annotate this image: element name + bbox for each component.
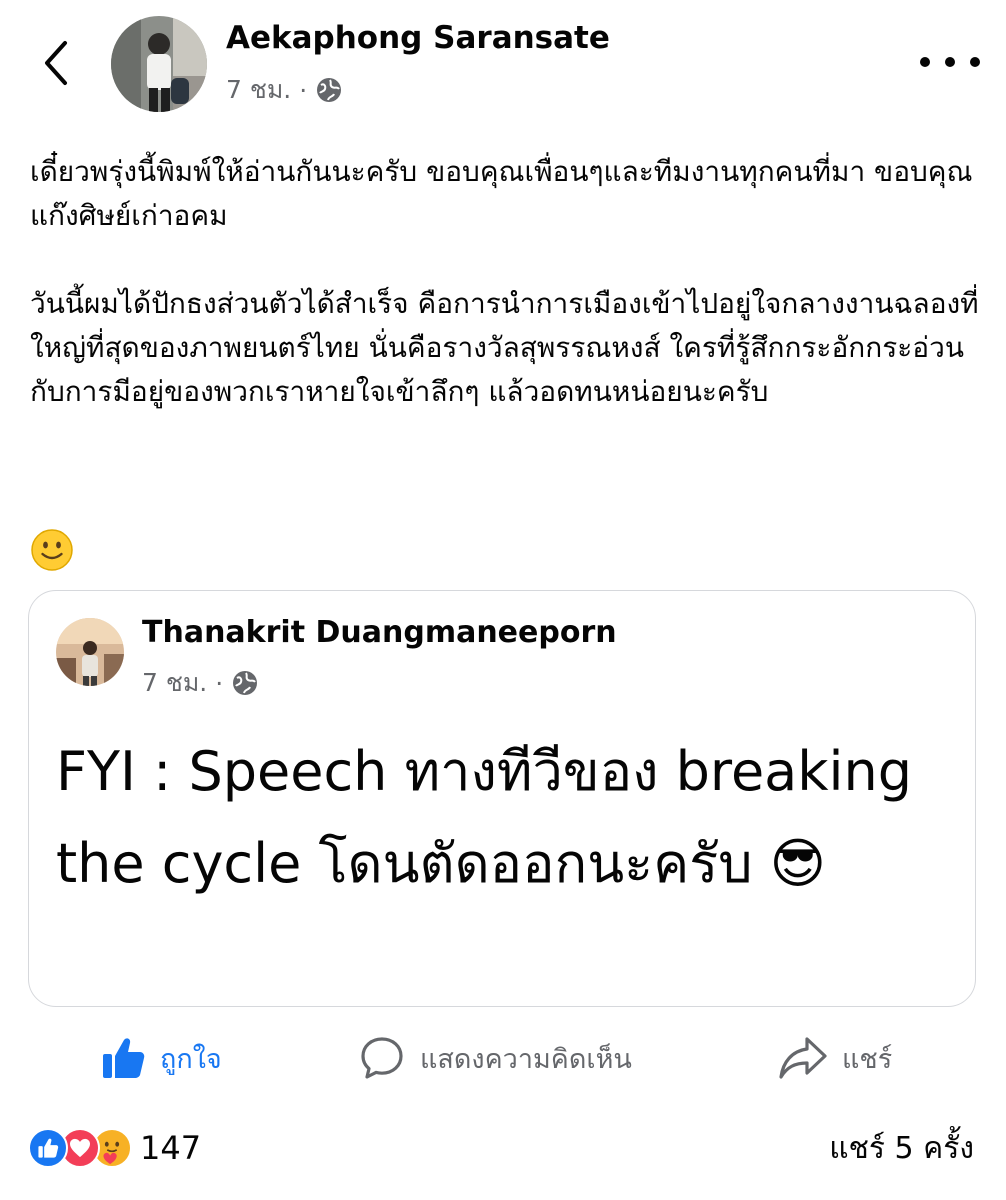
like-label: ถูกใจ [160,1043,222,1075]
share-button[interactable]: แชร์ [778,1028,892,1088]
comment-button[interactable]: แสดงความคิดเห็น [358,1028,632,1088]
more-options-button[interactable] [920,44,980,80]
reaction-count: 147 [140,1129,202,1167]
comment-bubble-icon [361,1037,403,1079]
meta-separator: · [299,75,308,105]
meta-separator: · [215,668,224,698]
comment-label: แสดงความคิดเห็น [420,1043,632,1075]
action-bar: ถูกใจ แสดงความคิดเห็น แชร์ [0,1028,1006,1088]
post-paragraph: เดี๋ยวพรุ่งนี้พิมพ์ให้อ่านกันนะครับ ขอบค… [30,155,973,232]
shared-author-avatar[interactable] [56,618,124,686]
slightly-smiling-face-icon [31,529,73,571]
dot-icon [920,57,930,67]
post-meta: 7 ชม. · [226,70,343,110]
like-button[interactable]: ถูกใจ [100,1028,222,1088]
shared-post-text: FYI : Speech ทางทีวีของ breaking the cyc… [56,740,913,895]
chevron-left-icon [45,41,67,85]
shared-post-time[interactable]: 7 ชม. [142,663,207,703]
shared-author-name[interactable]: Thanakrit Duangmaneeporn [142,615,617,650]
reaction-summary[interactable]: 147 [28,1126,201,1170]
post-text: เดี๋ยวพรุ่งนี้พิมพ์ให้อ่านกันนะครับ ขอบค… [30,150,980,414]
post-paragraph: วันนี้ผมได้ปักธงส่วนตัวได้สำเร็จ คือการน… [30,287,979,408]
like-reaction-icon [28,1128,68,1168]
share-label: แชร์ [842,1043,893,1075]
shared-post-meta: 7 ชม. · [142,663,259,703]
author-avatar[interactable] [111,16,207,112]
back-button[interactable] [30,30,82,96]
author-name[interactable]: Aekaphong Saransate [226,20,610,56]
dot-icon [945,57,955,67]
share-arrow-icon [779,1037,827,1079]
dot-icon [970,57,980,67]
share-count[interactable]: แชร์ 5 ครั้ง [829,1126,974,1170]
post-time[interactable]: 7 ชม. [226,70,291,110]
globe-icon [233,671,258,695]
thumbs-up-icon [103,1038,145,1078]
globe-icon [317,78,342,102]
